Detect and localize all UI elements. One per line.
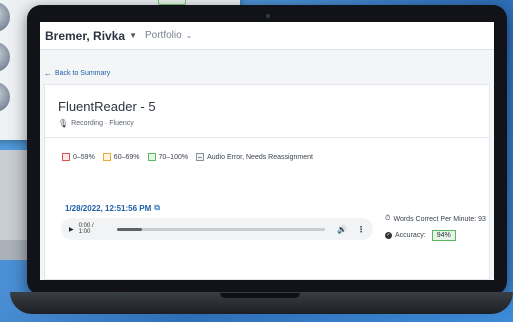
legend-label: 70–100%	[158, 153, 189, 161]
app-screen: Bremer, Rivka ▼ Portfolio ⌄ ← Back to Sum…	[40, 22, 494, 280]
legend-item-low: 0–59%	[62, 153, 95, 161]
portfolio-dropdown[interactable]: Portfolio ⌄	[145, 30, 192, 41]
legend-item-high: 70–100%	[147, 153, 189, 161]
legend-swatch	[196, 153, 205, 161]
score-stats: ⏱ Words Correct Per Minute: 93 ✓ Accurac…	[385, 213, 486, 241]
background-device-body	[0, 150, 30, 250]
stopwatch-icon: ⏱	[385, 215, 391, 222]
legend-item-audio-error: Audio Error, Needs Reassignment	[196, 153, 313, 161]
assessment-subtitle: 🎙 Recording · Fluency	[58, 119, 134, 128]
back-to-summary-link[interactable]: ← Back to Summary	[44, 69, 110, 78]
legend-label: 60–69%	[113, 153, 140, 161]
back-link-label: Back to Summary	[55, 70, 111, 77]
accuracy-label: Accuracy:	[395, 231, 426, 239]
avatar	[0, 2, 10, 32]
legend-swatch	[102, 153, 111, 161]
page-title: FluentReader - 5	[58, 99, 156, 114]
chevron-down-icon[interactable]: ▼	[129, 31, 137, 40]
avatar	[0, 42, 10, 72]
player-time: 0:00 / 1:00	[78, 223, 94, 235]
accuracy-badge: 94%	[431, 229, 456, 241]
legend-label: Audio Error, Needs Reassignment	[207, 153, 313, 161]
avatar	[0, 82, 10, 112]
audio-progress-slider[interactable]	[116, 227, 326, 231]
recording-timestamp: 1/28/2022, 12:51:56 PM	[65, 203, 152, 213]
laptop-camera	[266, 14, 270, 18]
score-legend: 0–59% 60–69% 70–100% Audio Error, Needs …	[62, 153, 317, 161]
more-options-icon[interactable]: ⋮	[357, 225, 365, 234]
legend-swatch	[147, 153, 156, 161]
student-name-dropdown[interactable]: Bremer, Rivka	[45, 29, 125, 43]
video-camera-icon: ⧉	[154, 203, 160, 212]
microphone-icon: 🎙	[58, 119, 69, 128]
check-circle-icon: ✓	[385, 231, 392, 239]
recording-timestamp-link[interactable]: 1/28/2022, 12:51:56 PM ⧉	[65, 203, 160, 213]
laptop-notch	[220, 293, 300, 298]
top-bar: Bremer, Rivka ▼ Portfolio ⌄	[40, 22, 494, 50]
chevron-down-icon: ⌄	[185, 31, 193, 40]
assessment-card: FluentReader - 5 🎙 Recording · Fluency 0…	[44, 84, 490, 280]
wcpm-text: Words Correct Per Minute: 93	[393, 215, 486, 223]
audio-player: ▶ 0:00 / 1:00 🔊 ⋮	[61, 218, 373, 240]
play-icon[interactable]: ▶	[69, 226, 74, 233]
arrow-left-icon: ←	[44, 69, 52, 78]
portfolio-label: Portfolio	[144, 30, 182, 41]
audio-progress-fill	[116, 227, 142, 231]
subtitle-text: Recording · Fluency	[71, 120, 134, 127]
legend-swatch	[62, 153, 70, 161]
accuracy-stat: ✓ Accuracy: 94%	[385, 229, 486, 241]
legend-item-mid: 60–69%	[102, 153, 140, 161]
wcpm-stat: ⏱ Words Correct Per Minute: 93	[385, 213, 486, 225]
divider	[45, 137, 489, 138]
legend-label: 0–59%	[73, 153, 95, 161]
volume-icon[interactable]: 🔊	[337, 225, 347, 234]
